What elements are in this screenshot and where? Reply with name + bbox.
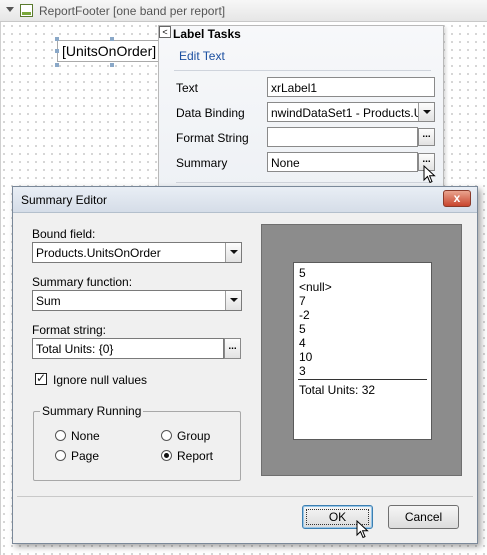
bound-field-label: Bound field: bbox=[32, 227, 96, 241]
radio-none[interactable] bbox=[55, 430, 66, 441]
text-input[interactable]: xrLabel1 bbox=[267, 77, 435, 97]
summary-label: Summary bbox=[176, 156, 228, 170]
data-binding-value: nwindDataSet1 - Products.Uni bbox=[271, 106, 432, 120]
dialog-titlebar[interactable]: Summary Editor x bbox=[13, 187, 477, 213]
summary-editor-dialog: Summary Editor x Bound field: Products.U… bbox=[12, 186, 478, 544]
preview-panel: 5 <null> 7 -2 5 4 10 3 Total Units: 32 bbox=[261, 224, 462, 476]
summary-running-title: Summary Running bbox=[40, 404, 144, 418]
data-binding-combo[interactable]: nwindDataSet1 - Products.Uni bbox=[267, 102, 435, 122]
format-string-ellipsis-button[interactable]: ... bbox=[224, 338, 241, 359]
summary-function-label: Summary function: bbox=[32, 275, 133, 289]
resize-handle[interactable] bbox=[55, 37, 59, 41]
ignore-null-checkbox[interactable] bbox=[35, 371, 47, 385]
radio-none-label[interactable]: None bbox=[71, 429, 100, 443]
resize-handle[interactable] bbox=[55, 63, 59, 67]
preview-value: <null> bbox=[299, 280, 332, 294]
close-button[interactable]: x bbox=[443, 190, 471, 207]
preview-divider bbox=[298, 379, 427, 380]
dialog-body: Bound field: Products.UnitsOnOrder Summa… bbox=[17, 214, 473, 539]
text-label: Text bbox=[176, 81, 199, 95]
radio-report[interactable] bbox=[161, 450, 172, 461]
divider bbox=[176, 182, 431, 183]
dialog-title: Summary Editor bbox=[21, 193, 108, 207]
preview-total: Total Units: 32 bbox=[299, 383, 376, 397]
format-string-label: Format String bbox=[176, 131, 249, 145]
preview-value: 5 bbox=[299, 322, 306, 336]
preview-value: 5 bbox=[299, 266, 306, 280]
collapse-panel-button[interactable]: < bbox=[159, 26, 171, 38]
radio-page-label[interactable]: Page bbox=[71, 449, 99, 463]
mouse-cursor-icon bbox=[423, 165, 436, 184]
data-binding-label: Data Binding bbox=[176, 106, 245, 120]
label-control[interactable]: [UnitsOnOrder] bbox=[57, 40, 166, 62]
radio-page[interactable] bbox=[55, 450, 66, 461]
resize-handle[interactable] bbox=[55, 49, 59, 53]
chevron-down-icon[interactable] bbox=[418, 103, 434, 121]
radio-group-label[interactable]: Group bbox=[177, 429, 210, 443]
mouse-cursor-icon bbox=[356, 520, 369, 539]
preview-value: 4 bbox=[299, 336, 306, 350]
chevron-down-icon[interactable] bbox=[225, 243, 241, 262]
band-title: ReportFooter [one band per report] bbox=[39, 4, 226, 18]
cancel-button[interactable]: Cancel bbox=[388, 505, 459, 529]
divider bbox=[174, 70, 431, 71]
resize-handle[interactable] bbox=[110, 63, 114, 67]
preview-value: 7 bbox=[299, 294, 306, 308]
ignore-null-label[interactable]: Ignore null values bbox=[53, 373, 147, 387]
edit-text-link[interactable]: Edit Text bbox=[179, 49, 225, 63]
radio-group[interactable] bbox=[161, 430, 172, 441]
format-string-ellipsis-button[interactable]: ... bbox=[418, 128, 435, 146]
summary-function-value: Sum bbox=[36, 294, 61, 308]
preview-value: 3 bbox=[299, 364, 306, 378]
preview-value: 10 bbox=[299, 350, 313, 364]
format-string-input[interactable]: Total Units: {0} bbox=[32, 338, 224, 359]
summary-input[interactable]: None bbox=[267, 152, 418, 172]
band-margin-line bbox=[0, 22, 1, 555]
dialog-footer-divider bbox=[17, 496, 473, 497]
resize-handle[interactable] bbox=[110, 37, 114, 41]
format-string-input[interactable] bbox=[267, 127, 418, 147]
bound-field-combo[interactable]: Products.UnitsOnOrder bbox=[32, 242, 242, 263]
chevron-down-icon[interactable] bbox=[225, 291, 241, 310]
summary-running-group: Summary Running None Group Page Report bbox=[33, 404, 241, 481]
preview-page: 5 <null> 7 -2 5 4 10 3 Total Units: 32 bbox=[293, 262, 432, 440]
band-header[interactable]: ReportFooter [one band per report] bbox=[0, 0, 487, 22]
close-icon: x bbox=[453, 191, 461, 205]
collapse-arrow-icon[interactable] bbox=[6, 7, 14, 12]
report-footer-band-icon bbox=[20, 4, 33, 17]
summary-function-combo[interactable]: Sum bbox=[32, 290, 242, 311]
bound-field-value: Products.UnitsOnOrder bbox=[36, 246, 161, 260]
panel-title: Label Tasks bbox=[173, 27, 241, 41]
label-tasks-panel: < Label Tasks Edit Text Text xrLabel1 Da… bbox=[158, 25, 444, 190]
format-string-label: Format string: bbox=[32, 323, 107, 337]
preview-value: -2 bbox=[299, 308, 310, 322]
radio-report-label[interactable]: Report bbox=[177, 449, 213, 463]
